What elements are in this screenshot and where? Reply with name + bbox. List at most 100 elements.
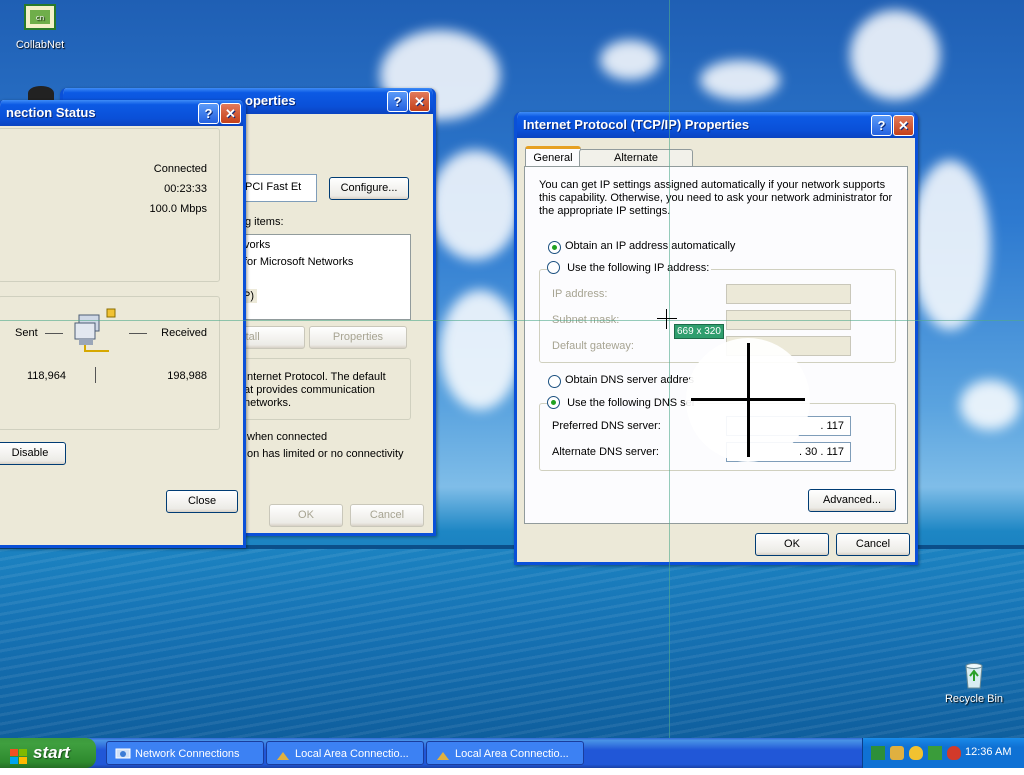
activity-group: Sent Received 118,964 198,988 (0, 296, 220, 430)
default-gateway-label: Default gateway: (552, 340, 634, 352)
collabnet-icon: cn (24, 4, 56, 36)
window-title: operties (245, 93, 296, 108)
taskbar-item-label: Network Connections (135, 748, 240, 760)
components-list[interactable]: vorks for Microsoft Networks P) (233, 234, 411, 320)
cloud (850, 10, 940, 100)
crosshair-vertical-line (669, 0, 670, 738)
list-item[interactable]: for Microsoft Networks (244, 256, 353, 268)
obtain-ip-radio[interactable] (548, 241, 561, 254)
list-item[interactable]: vorks (244, 239, 270, 251)
cancel-button[interactable]: Cancel (350, 504, 424, 527)
description-group: Internet Protocol. The default at provid… (227, 358, 411, 420)
cancel-button[interactable]: Cancel (836, 533, 910, 556)
obtain-dns-radio[interactable] (548, 375, 561, 388)
tab-alternate-configuration[interactable]: Alternate Configuration (579, 149, 693, 181)
taskbar-item-label: Local Area Connectio... (295, 748, 409, 760)
alternate-dns-label: Alternate DNS server: (552, 446, 659, 458)
alternate-dns-value: . 30 . 117 (798, 446, 844, 458)
lan-icon (275, 747, 291, 764)
connection-group: Connected 00:23:33 100.0 Mbps (0, 128, 220, 282)
penguin-icon (28, 86, 54, 100)
description-line: at provides communication (244, 384, 375, 396)
desktop-icon-recycle-bin[interactable]: Recycle Bin (934, 658, 1014, 705)
intro-line: You can get IP settings assigned automat… (539, 179, 886, 191)
svg-text:cn: cn (36, 14, 44, 22)
window-title: Internet Protocol (TCP/IP) Properties (523, 117, 750, 132)
cursor-crosshair-icon (657, 318, 677, 319)
window-titlebar[interactable]: nection Status ? ✕ (0, 100, 243, 126)
taskbar: start Network Connections Local Area Con… (0, 738, 1024, 768)
ok-button[interactable]: OK (755, 533, 829, 556)
cloud (600, 40, 660, 80)
close-button[interactable]: ✕ (409, 91, 430, 112)
use-dns-radio[interactable] (547, 396, 560, 409)
desktop-icon-collabnet[interactable]: cn CollabNet (0, 4, 80, 51)
use-dns-label[interactable]: Use the following DNS ser (567, 397, 695, 409)
ip-address-field[interactable] (726, 284, 851, 304)
help-button[interactable]: ? (198, 103, 219, 124)
help-button[interactable]: ? (871, 115, 892, 136)
taskbar-item-local-area-connection[interactable]: Local Area Connectio... (426, 741, 584, 765)
magnifier-lens (686, 338, 810, 462)
items-label: g items: (245, 216, 284, 228)
advanced-button[interactable]: Advanced... (808, 489, 896, 512)
coordinate-readout: 669 x 320 (674, 324, 724, 339)
close-button[interactable]: Close (166, 490, 238, 513)
connection-status-window: nection Status ? ✕ Connected 00:23:33 10… (0, 100, 246, 548)
disable-button[interactable]: Disable (0, 442, 66, 465)
use-ip-label[interactable]: Use the following IP address: (567, 262, 709, 274)
intro-line: the appropriate IP settings. (539, 205, 671, 217)
desktop-icon-label: CollabNet (15, 39, 65, 51)
obtain-ip-label[interactable]: Obtain an IP address automatically (565, 240, 735, 252)
notify-connected-label[interactable]: when connected (247, 431, 327, 443)
cloud (440, 290, 520, 410)
configure-button[interactable]: Configure... (329, 177, 409, 200)
desktop: cn CollabNet Recycle Bin operties ? ✕ PC… (0, 0, 1024, 738)
help-button[interactable]: ? (387, 91, 408, 112)
taskbar-item-local-area-connection[interactable]: Local Area Connectio... (266, 741, 424, 765)
start-button[interactable]: start (0, 738, 96, 768)
close-button[interactable]: ✕ (893, 115, 914, 136)
window-title: nection Status (6, 105, 96, 120)
use-ip-radio[interactable] (547, 261, 560, 274)
tray-network-icon[interactable] (871, 746, 885, 760)
status-value: Connected (153, 163, 207, 175)
lan-icon (435, 747, 451, 764)
sent-label: Sent (15, 327, 38, 339)
window-titlebar[interactable]: Internet Protocol (TCP/IP) Properties ? … (517, 112, 915, 138)
tray-key-icon[interactable] (890, 746, 904, 760)
adapter-name: PCI Fast Et (245, 181, 302, 193)
cloud (910, 160, 990, 330)
tray-lan-icon[interactable] (928, 746, 942, 760)
notify-limited-label[interactable]: on has limited or no connectivity (247, 448, 404, 460)
divider (95, 367, 96, 383)
sea (0, 549, 1024, 738)
tray-security-alert-icon[interactable] (947, 746, 961, 760)
ok-button[interactable]: OK (269, 504, 343, 527)
divider (45, 333, 63, 334)
intro-line: this capability. Otherwise, you need to … (539, 192, 893, 204)
preferred-dns-value: . 117 (820, 420, 844, 432)
desktop-icon-label: Recycle Bin (944, 693, 1004, 705)
magnifier-crosshair (747, 343, 750, 457)
properties-button[interactable]: Properties (309, 326, 407, 349)
system-tray: 12:36 AM (862, 738, 1024, 768)
network-connections-icon (115, 747, 131, 764)
taskbar-item-network-connections[interactable]: Network Connections (106, 741, 264, 765)
cloud (700, 60, 780, 100)
network-activity-icon (73, 307, 121, 360)
close-button[interactable]: ✕ (220, 103, 241, 124)
tray-clock[interactable]: 12:36 AM (965, 746, 1011, 758)
cloud (960, 380, 1020, 430)
windows-logo-icon (10, 745, 28, 775)
preferred-dns-label: Preferred DNS server: (552, 420, 661, 432)
crosshair-horizontal-line (0, 320, 1024, 321)
cloud (430, 150, 520, 260)
received-bytes: 198,988 (167, 370, 207, 382)
ip-address-label: IP address: (552, 288, 608, 300)
sent-bytes: 118,964 (27, 370, 66, 382)
obtain-dns-label[interactable]: Obtain DNS server addres (565, 374, 694, 386)
divider (129, 333, 147, 334)
general-tab-panel: You can get IP settings assigned automat… (524, 166, 908, 524)
tray-shield-icon[interactable] (909, 746, 923, 760)
